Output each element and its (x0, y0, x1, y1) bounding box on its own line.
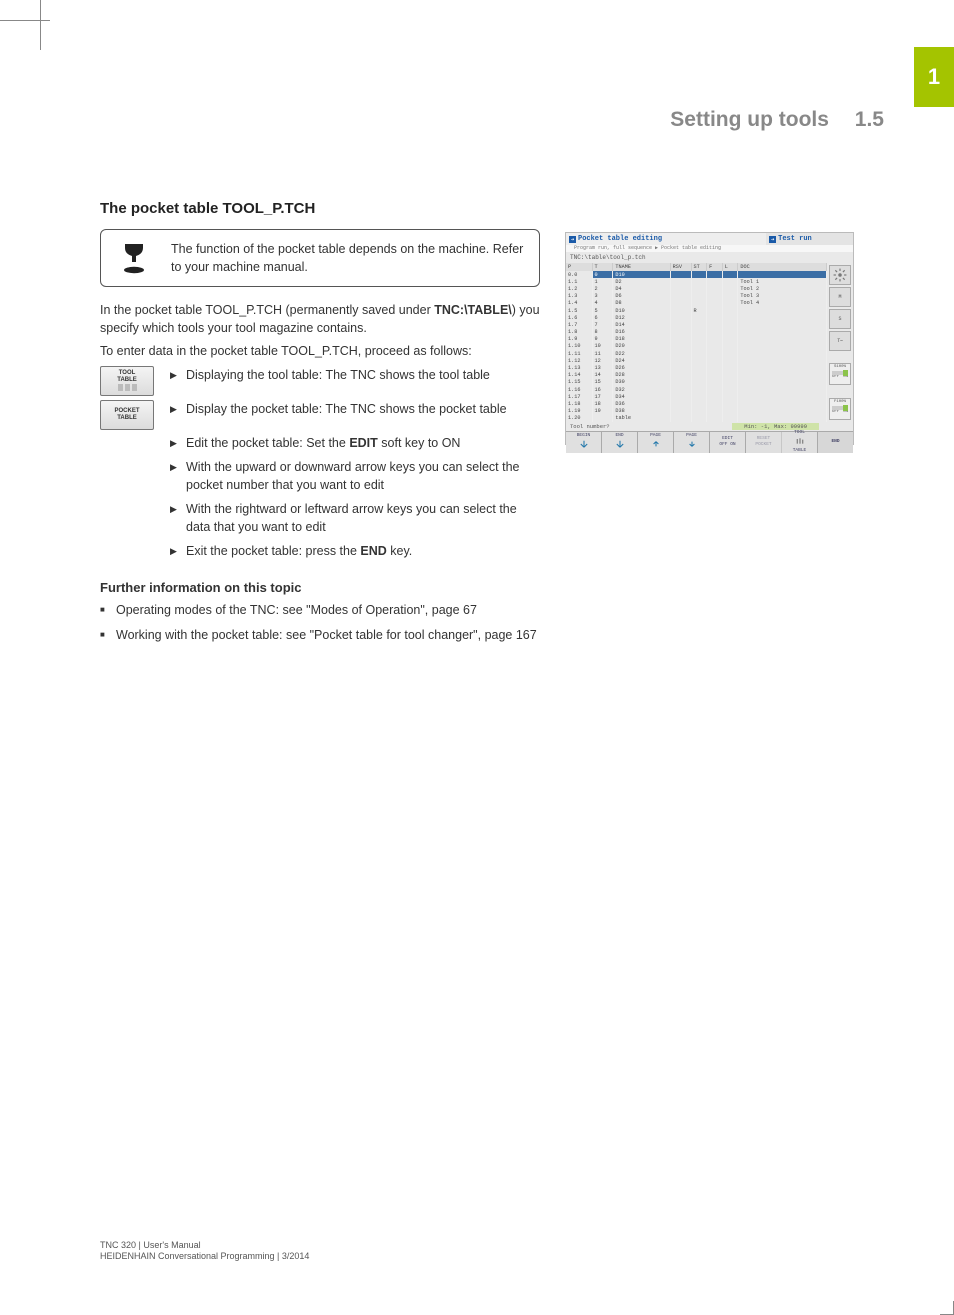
table-row[interactable]: 1.33D6Tool 3 (566, 293, 827, 300)
table-row[interactable]: 1.20table (566, 415, 827, 422)
arrow-icon (652, 440, 660, 451)
crop-mark-br (940, 1301, 954, 1315)
tnc-screenshot: ➔ Pocket table editing ➔ Test run Progra… (565, 232, 854, 445)
table-row[interactable]: 1.22D4Tool 2 (566, 285, 827, 292)
machine-icon (119, 240, 149, 281)
status-prompt: Tool number? (570, 423, 610, 430)
softkey-reset[interactable]: RESETPOCKET (746, 432, 782, 453)
step-item: With the rightward or leftward arrow key… (170, 500, 540, 536)
crop-mark-tl (0, 0, 60, 40)
arrow-icon: ➔ (569, 236, 576, 243)
softkey-end[interactable]: END (818, 432, 853, 453)
softkey-end[interactable]: END (602, 432, 638, 453)
intro-para-2: To enter data in the pocket table TOOL_P… (100, 342, 540, 360)
list-item: Working with the pocket table: see "Pock… (100, 626, 540, 644)
intro-para-1: In the pocket table TOOL_P.TCH (permanen… (100, 301, 540, 337)
step-item: Exit the pocket table: press the END key… (170, 542, 540, 560)
page-footer: TNC 320 | User's Manual HEIDENHAIN Conve… (100, 1240, 884, 1263)
table-row[interactable]: 1.88D16 (566, 329, 827, 336)
softkey-row: BEGINENDPAGEPAGEEDITOFF ONRESETPOCKETTOO… (566, 431, 853, 453)
shot-breadcrumb: Program run, full sequence ▶ Pocket tabl… (566, 245, 853, 252)
feed-override[interactable]: F100% OFFON (829, 398, 851, 420)
arrow-icon (616, 440, 624, 451)
softkey-edit[interactable]: EDITOFF ON (710, 432, 746, 453)
shot-titlebar: ➔ Pocket table editing ➔ Test run (566, 233, 853, 245)
footer-line-2: HEIDENHAIN Conversational Programming | … (100, 1251, 309, 1263)
steps-block: TOOL TABLE Displaying the tool table: Th… (100, 366, 540, 567)
step-item: Edit the pocket table: Set the EDIT soft… (170, 434, 540, 452)
softkey-page[interactable]: PAGE (638, 432, 674, 453)
running-head: Setting up tools 1.5 (670, 108, 884, 132)
pocket-table-softkey[interactable]: POCKET TABLE (100, 400, 154, 430)
table-row[interactable]: 1.1010D20 (566, 343, 827, 350)
softkey-page[interactable]: PAGE (674, 432, 710, 453)
table-row[interactable]: 1.1111D22 (566, 350, 827, 357)
sidebar-button-m[interactable]: M (829, 287, 851, 307)
section-heading: The pocket table TOOL_P.TCH (100, 200, 540, 217)
softkey-begin[interactable]: BEGIN (566, 432, 602, 453)
table-row[interactable]: 1.99D18 (566, 336, 827, 343)
arrow-icon: ➔ (769, 236, 776, 243)
shot-mode-right[interactable]: ➔ Test run (766, 233, 853, 245)
table-row[interactable]: 1.11D2Tool 1 (566, 278, 827, 285)
settings-button[interactable] (829, 265, 851, 285)
step-1: Displaying the tool table: The TNC shows… (170, 366, 490, 384)
status-range: Min: -1, Max: 99999 (732, 423, 819, 430)
table-row[interactable]: 1.44D8Tool 4 (566, 300, 827, 307)
list-item: Operating modes of the TNC: see "Modes o… (100, 601, 540, 619)
tools-icon (796, 437, 804, 448)
table-row[interactable]: 1.77D14 (566, 321, 827, 328)
spindle-override[interactable]: S100% OFFON (829, 363, 851, 385)
softkey-tool[interactable]: TOOLTABLE (782, 432, 818, 453)
footer-line-1: TNC 320 | User's Manual (100, 1240, 309, 1252)
machine-note: The function of the pocket table depends… (100, 229, 540, 287)
further-heading: Further information on this topic (100, 580, 540, 595)
table-row[interactable]: 1.1313D26 (566, 364, 827, 371)
table-row[interactable]: 1.66D12 (566, 314, 827, 321)
arrow-icon (580, 440, 588, 451)
arrow-icon (688, 440, 696, 451)
table-row[interactable]: 1.55D10R (566, 307, 827, 314)
table-row[interactable]: 1.1212D24 (566, 357, 827, 364)
table-body: 0.00D101.11D2Tool 11.22D4Tool 21.33D6Too… (566, 271, 827, 422)
step-item: With the upward or downward arrow keys y… (170, 458, 540, 494)
sidebar-button-s[interactable]: S (829, 309, 851, 329)
shot-mode-left[interactable]: ➔ Pocket table editing (566, 233, 766, 245)
shot-status-bar: Tool number? Min: -1, Max: 99999 (566, 422, 853, 431)
pocket-table-grid[interactable]: PTTNAMERSVSTFLDOC0.00D101.11D2Tool 11.22… (566, 263, 827, 422)
shot-sidebar: M S T⎯ S100% OFFON F100% OFFON (827, 263, 853, 422)
sidebar-button-t[interactable]: T⎯ (829, 331, 851, 351)
further-list: Operating modes of the TNC: see "Modes o… (100, 601, 540, 643)
running-head-section: 1.5 (855, 108, 884, 131)
tool-table-softkey[interactable]: TOOL TABLE (100, 366, 154, 396)
table-header-row: PTTNAMERSVSTFLDOC (566, 263, 827, 271)
table-row[interactable]: 1.1515D30 (566, 379, 827, 386)
step-2: Display the pocket table: The TNC shows … (170, 400, 540, 418)
chapter-tab: 1 (914, 47, 954, 107)
running-head-title: Setting up tools (670, 108, 829, 131)
remaining-steps: Edit the pocket table: Set the EDIT soft… (170, 434, 540, 567)
note-text: The function of the pocket table depends… (171, 242, 523, 274)
table-row[interactable]: 1.1818D36 (566, 400, 827, 407)
table-row[interactable]: 0.00D10 (566, 271, 827, 278)
table-row[interactable]: 1.1616D32 (566, 386, 827, 393)
table-row[interactable]: 1.1919D38 (566, 408, 827, 415)
table-row[interactable]: 1.1414D28 (566, 372, 827, 379)
main-content: The pocket table TOOL_P.TCH The function… (100, 200, 540, 650)
shot-filepath: TNC:\table\tool_p.tch (566, 252, 853, 263)
table-row[interactable]: 1.1717D34 (566, 393, 827, 400)
